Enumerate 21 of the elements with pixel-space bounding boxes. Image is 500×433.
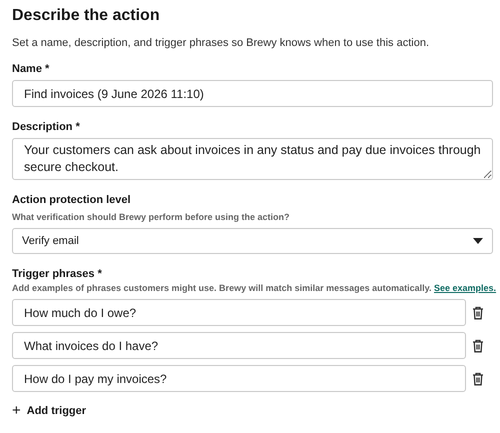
page-description: Set a name, description, and trigger phrases so Brewy knows when to use this action. — [12, 36, 430, 50]
field-label: Name * — [12, 62, 50, 76]
trash-icon — [472, 338, 484, 352]
delete-button[interactable] — [472, 306, 484, 320]
protection-select[interactable]: Verify email — [12, 228, 493, 254]
description-field[interactable]: Your customers can ask about invoices in any status and pay due invoices through secure checkout. — [12, 138, 493, 180]
delete-button[interactable] — [472, 338, 484, 352]
add-trigger-button[interactable]: + Add trigger — [12, 402, 86, 419]
field-label: Trigger phrases * — [12, 267, 103, 281]
name-field[interactable]: Find invoices (9 June 2026 11:10) — [12, 80, 493, 107]
field-label: Description * — [12, 120, 81, 134]
page-title: Describe the action — [12, 6, 161, 26]
trigger-phrase-field[interactable]: How do I pay my invoices? — [12, 365, 466, 392]
trigger-phrase-field[interactable]: What invoices do I have? — [12, 332, 466, 359]
trash-icon — [472, 372, 484, 386]
delete-button[interactable] — [472, 372, 484, 386]
trigger-phrase-field[interactable]: How much do I owe? — [12, 299, 466, 326]
trash-icon — [472, 306, 484, 320]
caret-icon — [473, 238, 483, 244]
help-text: What verification should Brewy perform before using the action? — [12, 211, 291, 223]
field-label: Action protection level — [12, 193, 132, 207]
